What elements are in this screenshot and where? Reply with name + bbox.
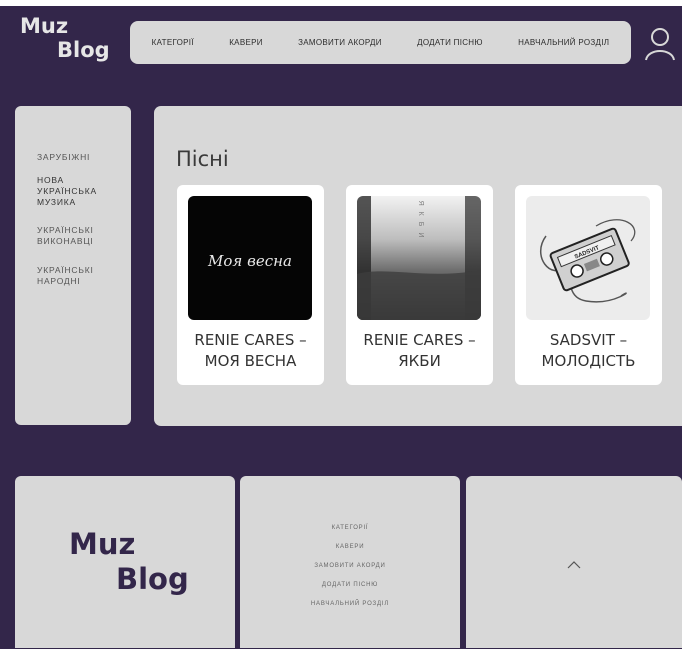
- footer-links-panel: Категорії Кавери Замовити акорди Додати …: [240, 476, 460, 648]
- song-card-title: Sadsvit – Молодість: [541, 331, 636, 370]
- cassette-drawing: SADSVIT: [526, 196, 650, 320]
- nav-item-covers[interactable]: Кавери: [229, 38, 263, 47]
- cover-vertical-text: ЯКБИ: [417, 201, 424, 244]
- nav-item-order-chords[interactable]: Замовити акорди: [298, 38, 382, 47]
- nav-item-categories[interactable]: Категорії: [152, 38, 194, 47]
- footer-link-learning[interactable]: Навчальний розділ: [240, 595, 460, 614]
- nav-item-learning[interactable]: Навчальний розділ: [518, 38, 609, 47]
- sidebar-item-ukrainian-folk[interactable]: Українські народні: [37, 265, 122, 287]
- song-card[interactable]: Моя весна Renie Cares – Моя весна: [177, 185, 324, 385]
- top-navigation: Категорії Кавери Замовити акорди Додати …: [130, 21, 631, 64]
- nav-item-add-song[interactable]: Додати пісню: [417, 38, 483, 47]
- footer-logo[interactable]: Muz Blog: [69, 527, 189, 597]
- user-icon[interactable]: [644, 26, 676, 62]
- page-title: Пісні: [176, 147, 229, 171]
- chevron-up-icon[interactable]: [567, 556, 581, 569]
- footer-logo-line-1: Muz: [69, 527, 136, 561]
- top-strip: [0, 0, 682, 6]
- logo-line-1: Muz: [20, 14, 69, 38]
- logo-line-2: Blog: [57, 38, 110, 62]
- blurred-sea-photo: ЯКБИ: [357, 196, 481, 320]
- sidebar-item-new-ukrainian-music[interactable]: Нова українська музика: [37, 175, 122, 208]
- sidebar-item-ukrainian-artists[interactable]: Українські виконавці: [37, 225, 122, 247]
- songs-panel: Пісні Моя весна Renie Cares – Моя весна …: [154, 106, 682, 426]
- footer-scroll-panel: [466, 476, 682, 648]
- footer-link-covers[interactable]: Кавери: [240, 538, 460, 557]
- footer-logo-panel: Muz Blog: [15, 476, 235, 648]
- page: Muz Blog Категорії Кавери Замовити акорд…: [0, 0, 682, 649]
- footer-link-order-chords[interactable]: Замовити акорди: [240, 557, 460, 576]
- header-logo[interactable]: Muz Blog: [20, 14, 110, 62]
- footer-link-add-song[interactable]: Додати пісню: [240, 576, 460, 595]
- song-card-title: Renie Cares – Якби: [363, 331, 476, 370]
- handwritten-title-art: Моя весна: [188, 196, 312, 320]
- category-sidebar: Зарубіжні Нова українська музика Українс…: [15, 106, 131, 425]
- footer-navigation: Категорії Кавери Замовити акорди Додати …: [240, 519, 460, 614]
- song-card[interactable]: SADSVIT Sadsvit – Молодість: [515, 185, 662, 385]
- song-card-title: Renie Cares – Моя весна: [194, 331, 307, 370]
- sidebar-item-foreign[interactable]: Зарубіжні: [37, 152, 122, 163]
- footer-logo-line-2: Blog: [116, 562, 189, 596]
- song-card[interactable]: ЯКБИ Renie Cares – Якби: [346, 185, 493, 385]
- footer-link-categories[interactable]: Категорії: [240, 519, 460, 538]
- cover-script-text: Моя весна: [207, 252, 292, 270]
